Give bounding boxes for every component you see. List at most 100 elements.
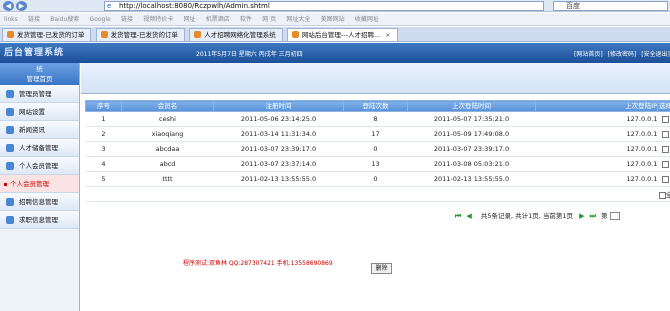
- sidebar-item-label: 求职信息管理: [19, 216, 58, 224]
- sidebar-item-resumes[interactable]: 求职信息管理: [0, 211, 79, 229]
- favorite-link[interactable]: 网址大全: [286, 13, 310, 25]
- goto-label: 第: [600, 212, 608, 220]
- delete-button[interactable]: 删除: [371, 263, 392, 274]
- browser-tabs: 发货管理-已发货的订单 发货管理-已发货的订单 人才招聘网络化管理系统 网站后台…: [0, 27, 670, 42]
- main-content: 序号 会员名 注册时间 登陆次数 上次登陆时间 上次登陆IP 选择 1 cesh…: [81, 63, 670, 311]
- sidebar-header: 统 管理首页: [0, 63, 79, 85]
- table-cell: 2011-02-13 13:55:55.0: [213, 171, 344, 187]
- page-number-input[interactable]: [609, 212, 620, 220]
- briefcase-icon: [6, 198, 14, 206]
- sidebar-item-jobs[interactable]: 招聘信息管理: [0, 193, 79, 211]
- favorite-link[interactable]: 链接: [121, 13, 133, 25]
- favorite-link[interactable]: 链接: [28, 13, 40, 25]
- table-cell: 127.0.0.1: [535, 156, 658, 172]
- favorite-link[interactable]: Baidu搜索: [50, 13, 79, 25]
- sidebar-item-news[interactable]: 新闻资讯: [0, 121, 79, 139]
- favorite-link[interactable]: 网 页: [262, 13, 276, 25]
- browser-toolbar: ◀ ▶ e http://localhost:8080/Rczpwlh/Admi…: [0, 0, 670, 12]
- column-header: 上次登陆时间: [407, 100, 536, 112]
- prev-page-icon[interactable]: ◀: [466, 212, 471, 220]
- sidebar-item-talent-pool[interactable]: 人才储备管理: [0, 139, 79, 157]
- sidebar: 统 管理首页 管理员管理 网站设置 新闻资讯 人才储备管理 个人会员管理 个人会…: [0, 63, 80, 311]
- favorite-link[interactable]: Google: [90, 13, 111, 25]
- change-password-link[interactable]: [修改密码]: [608, 51, 637, 58]
- footer-contact: 程序测试:双鱼林 QQ:287307421 手机:13558690869: [183, 260, 333, 267]
- browser-tab[interactable]: 发货管理-已发货的订单: [2, 28, 92, 41]
- sidebar-item-admin[interactable]: 管理员管理: [0, 85, 79, 103]
- column-header: 上次登陆IP: [535, 100, 658, 112]
- content-header-strip: [81, 63, 670, 94]
- browser-tab-active[interactable]: 网站后台管理---人才招聘... ×: [286, 28, 398, 41]
- table-cell: 1: [85, 111, 122, 127]
- table-cell: abcd: [121, 156, 214, 172]
- row-checkbox[interactable]: [662, 145, 669, 153]
- table-cell: [657, 156, 670, 172]
- tab-label: 发货管理-已发货的订单: [17, 31, 85, 39]
- sidebar-title: 统: [36, 65, 43, 73]
- document-icon: [6, 216, 14, 224]
- browser-tab[interactable]: 人才招聘网络化管理系统: [189, 28, 283, 41]
- table-cell: 2: [85, 126, 122, 142]
- forward-icon[interactable]: ▶: [16, 1, 27, 11]
- tab-icon: [100, 31, 108, 38]
- address-bar[interactable]: e http://localhost:8080/Rczpwlh/Admin.sh…: [104, 1, 544, 11]
- pagination-summary: 共5条记录, 共计1页, 当前第1页: [480, 212, 574, 220]
- table-row: 5 tttt 2011-02-13 13:55:55.0 0 2011-02-1…: [85, 171, 670, 187]
- table-cell: 2011-03-07 23:39:17.0: [213, 141, 344, 157]
- app-logo: 后台管理系统: [4, 48, 65, 58]
- sidebar-item-label: 个人会员管理: [10, 180, 49, 188]
- table-cell: 4: [85, 156, 122, 172]
- favorite-link[interactable]: 软件: [240, 13, 252, 25]
- table-cell: 2011-05-06 23:14:25.0: [213, 111, 344, 127]
- table-cell: xiaoqiang: [121, 126, 214, 142]
- row-checkbox[interactable]: [662, 115, 669, 123]
- home-link[interactable]: [网站首页]: [574, 51, 603, 58]
- table-row: 4 abcd 2011-03-07 23:37:14.0 13 2011-03-…: [85, 156, 670, 172]
- favorite-link[interactable]: 美图网站: [321, 13, 345, 25]
- close-icon[interactable]: ×: [385, 31, 390, 39]
- table-cell: [657, 141, 670, 157]
- user-icon: [6, 90, 14, 98]
- favorites-bar: links 链接 Baidu搜索 Google 链接 视频特价卡 网址 机票酒店…: [0, 13, 670, 26]
- table-cell: 3: [85, 141, 122, 157]
- favorite-link[interactable]: 视频特价卡: [143, 13, 173, 25]
- favorite-link[interactable]: links: [4, 13, 18, 25]
- logout-link[interactable]: [安全退出]: [641, 51, 670, 58]
- sidebar-item-label: 招聘信息管理: [19, 198, 58, 206]
- tab-label: 人才招聘网络化管理系统: [204, 31, 276, 39]
- member-table: 序号 会员名 注册时间 登陆次数 上次登陆时间 上次登陆IP 选择 1 cesh…: [85, 100, 670, 202]
- row-checkbox[interactable]: [662, 130, 669, 138]
- row-checkbox[interactable]: [662, 175, 669, 183]
- sidebar-item-label: 人才储备管理: [19, 144, 58, 152]
- back-icon[interactable]: ◀: [3, 1, 14, 11]
- favorite-link[interactable]: 网址: [183, 13, 195, 25]
- sidebar-home-link[interactable]: 管理首页: [0, 74, 79, 84]
- select-all-checkbox[interactable]: [658, 191, 666, 199]
- sidebar-item-label: 新闻资讯: [19, 126, 45, 134]
- news-icon: [6, 126, 14, 134]
- table-row: 2 xiaoqiang 2011-03-14 11:31:34.0 17 201…: [85, 126, 670, 142]
- row-checkbox[interactable]: [662, 160, 669, 168]
- table-cell: 5: [85, 171, 122, 187]
- select-all-row: 全: [85, 186, 670, 202]
- table-cell: 全: [657, 186, 670, 202]
- tab-label: 发货管理-已发货的订单: [110, 31, 178, 39]
- select-all-label: 全: [666, 191, 670, 199]
- last-page-icon[interactable]: ⏭: [590, 212, 596, 220]
- browser-search-input[interactable]: 百度: [553, 1, 668, 11]
- table-cell: 127.0.0.1: [535, 126, 658, 142]
- sidebar-item-members[interactable]: 个人会员管理: [0, 157, 79, 175]
- first-page-icon[interactable]: ⏮: [455, 212, 461, 220]
- address-text: http://localhost:8080/Rczpwlh/Admin.shtm…: [119, 2, 270, 10]
- table-cell: 8: [343, 111, 408, 127]
- favorite-link[interactable]: 机票酒店: [206, 13, 230, 25]
- browser-tab[interactable]: 发货管理-已发货的订单: [95, 28, 185, 41]
- sidebar-item-label: 网站设置: [19, 108, 45, 116]
- sidebar-item-site-settings[interactable]: 网站设置: [0, 103, 79, 121]
- next-page-icon[interactable]: ▶: [579, 212, 584, 220]
- favorite-link[interactable]: 收藏网址: [355, 13, 379, 25]
- table-cell: abcdaa: [121, 141, 214, 157]
- sidebar-subitem-members[interactable]: 个人会员管理: [0, 175, 79, 193]
- date-text: 2011年5月7日 星期六 丙戌年 三月初四: [196, 51, 303, 58]
- header-links: [网站首页] [修改密码] [安全退出]: [574, 49, 670, 58]
